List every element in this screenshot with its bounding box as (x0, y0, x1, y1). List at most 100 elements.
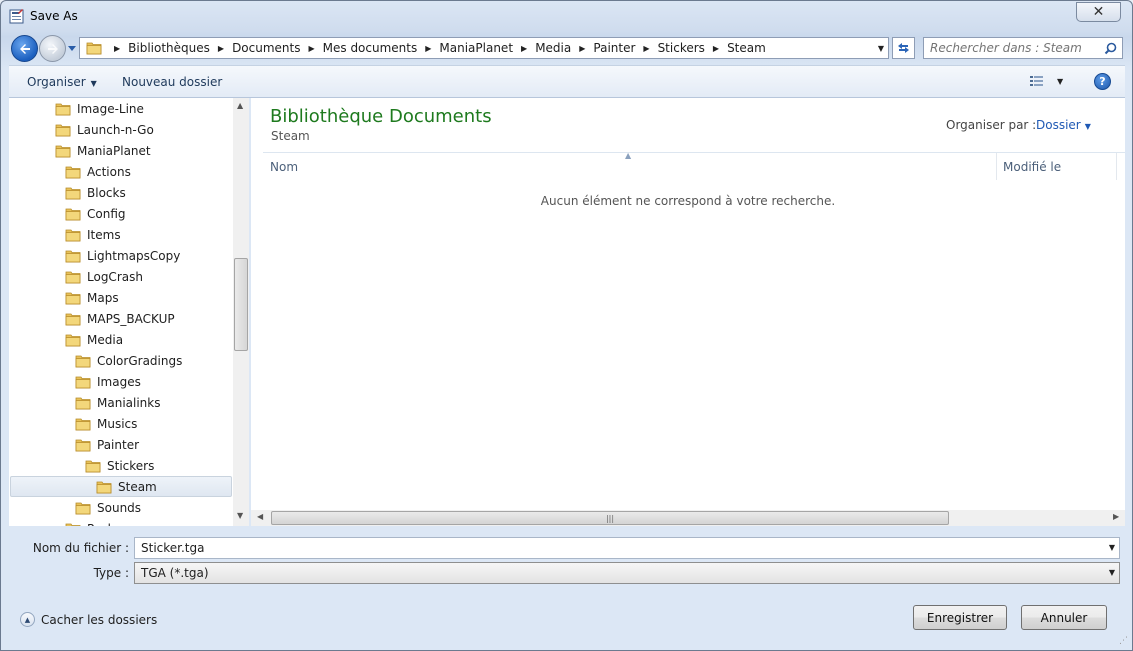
close-icon: ✕ (1092, 4, 1105, 20)
breadcrumb-item-maniaplanet[interactable]: ManiaPlanet (439, 41, 513, 55)
arrange-by-dropdown[interactable]: Dossier ▼ (1036, 118, 1091, 132)
scroll-right-icon[interactable]: ▶ (1113, 512, 1119, 521)
navigation-pane-scrollbar[interactable]: ▲ ▼ (233, 98, 249, 526)
type-label: Type : (93, 566, 129, 580)
scrollbar-thumb[interactable] (234, 258, 248, 351)
folder-icon (96, 481, 112, 493)
collapse-up-icon: ▲ (20, 612, 35, 627)
tree-item[interactable]: Painter (75, 434, 139, 455)
tree-item-label: Images (97, 374, 141, 389)
folder-icon (75, 355, 91, 367)
tree-item[interactable]: Musics (75, 413, 137, 434)
scroll-down-icon[interactable]: ▼ (237, 511, 243, 520)
breadcrumb-item-stickers[interactable]: Stickers (658, 41, 705, 55)
breadcrumb-item-painter[interactable]: Painter (593, 41, 635, 55)
new-folder-button[interactable]: Nouveau dossier (122, 75, 222, 89)
folder-icon (75, 376, 91, 388)
column-divider[interactable] (1116, 153, 1117, 180)
tree-item[interactable]: ColorGradings (75, 350, 182, 371)
tree-item[interactable]: LightmapsCopy (65, 245, 180, 266)
save-as-app-icon (9, 9, 24, 24)
address-dropdown-icon[interactable]: ▼ (878, 44, 884, 53)
tree-item[interactable]: Images (75, 371, 141, 392)
filename-history-dropdown-icon[interactable]: ▼ (1109, 543, 1115, 552)
chevron-right-icon[interactable]: ▶ (114, 44, 120, 53)
tree-item[interactable]: Items (65, 224, 121, 245)
refresh-button[interactable] (892, 37, 915, 59)
resize-grip-icon[interactable]: ⋰ (1119, 636, 1128, 646)
search-icon[interactable] (1104, 42, 1117, 55)
organize-button[interactable]: Organiser ▼ (27, 75, 97, 89)
help-button[interactable]: ? (1094, 73, 1111, 90)
column-header-name[interactable]: Nom (270, 160, 298, 174)
forward-button[interactable] (39, 35, 66, 62)
tree-item[interactable]: Config (65, 203, 126, 224)
chevron-right-icon[interactable]: ▶ (643, 44, 649, 53)
tree-item[interactable]: Steam (10, 476, 232, 497)
view-dropdown-icon[interactable]: ▼ (1057, 77, 1063, 86)
close-button[interactable]: ✕ (1076, 2, 1121, 22)
empty-folder-message: Aucun élément ne correspond à votre rech… (540, 194, 836, 208)
folder-icon (65, 334, 81, 346)
scroll-up-icon[interactable]: ▲ (237, 101, 243, 110)
chevron-right-icon[interactable]: ▶ (713, 44, 719, 53)
hide-folders-label: Cacher les dossiers (41, 612, 158, 627)
sort-ascending-icon: ▲ (625, 151, 632, 160)
tree-item-label: Image-Line (77, 101, 144, 116)
tree-item-label: Launch-n-Go (77, 122, 154, 137)
chevron-down-icon[interactable]: ▼ (1109, 568, 1115, 577)
folder-icon (75, 418, 91, 430)
column-header-modified[interactable]: Modifié le (1003, 160, 1061, 174)
tree-item[interactable]: Sounds (75, 497, 141, 518)
file-type-select[interactable]: TGA (*.tga) ▼ (134, 562, 1120, 584)
tree-item[interactable]: Manialinks (75, 392, 160, 413)
tree-item[interactable]: Image-Line (55, 98, 144, 119)
breadcrumb-item-media[interactable]: Media (535, 41, 571, 55)
breadcrumb-item-steam[interactable]: Steam (727, 41, 766, 55)
tree-item[interactable]: Launch-n-Go (55, 119, 154, 140)
chevron-right-icon[interactable]: ▶ (218, 44, 224, 53)
navigation-pane[interactable]: Image-Line Launch-n-Go ManiaPlanet Actions B… (9, 98, 249, 526)
chevron-right-icon[interactable]: ▶ (425, 44, 431, 53)
tree-item-label: Steam (118, 479, 157, 494)
tree-item[interactable]: MAPS_BACKUP (65, 308, 175, 329)
back-button[interactable] (11, 35, 38, 62)
chevron-right-icon[interactable]: ▶ (308, 44, 314, 53)
change-view-button[interactable]: ▼ (1029, 74, 1063, 88)
tree-item[interactable]: ManiaPlanet (55, 140, 151, 161)
chevron-right-icon[interactable]: ▶ (579, 44, 585, 53)
breadcrumb-item-documents[interactable]: Documents (232, 41, 300, 55)
file-list-pane[interactable]: Bibliothèque Documents Steam Organiser p… (251, 98, 1125, 510)
save-button[interactable]: Enregistrer (913, 605, 1007, 630)
tree-item-label: Sounds (97, 500, 142, 515)
chevron-right-icon[interactable]: ▶ (521, 44, 527, 53)
breadcrumb-item-bibliotheques[interactable]: Bibliothèques (128, 41, 210, 55)
chevron-down-icon: ▼ (90, 79, 97, 88)
tree-item-label: Musics (97, 416, 138, 431)
search-box[interactable] (923, 37, 1123, 59)
recent-locations-dropdown-icon[interactable] (67, 43, 77, 53)
tree-item[interactable]: Packs (65, 518, 121, 526)
column-divider[interactable] (996, 153, 997, 180)
tree-item[interactable]: Maps (65, 287, 119, 308)
folder-icon (55, 124, 71, 136)
filename-value[interactable]: Sticker.tga (141, 541, 204, 555)
scroll-left-icon[interactable]: ◀ (257, 512, 263, 521)
breadcrumb-item-mes-documents[interactable]: Mes documents (323, 41, 418, 55)
tree-item-label: Maps (87, 290, 119, 305)
folder-icon (75, 502, 91, 514)
tree-item[interactable]: Media (65, 329, 123, 350)
file-list-horizontal-scrollbar[interactable]: ◀ ||| ▶ (251, 510, 1125, 526)
filename-field[interactable]: Sticker.tga ▼ (134, 537, 1120, 559)
cancel-button[interactable]: Annuler (1021, 605, 1107, 630)
hide-folders-toggle[interactable]: ▲ Cacher les dossiers (20, 612, 157, 627)
search-input[interactable] (930, 41, 1100, 55)
tree-item[interactable]: Stickers (85, 455, 154, 476)
tree-item[interactable]: Actions (65, 161, 131, 182)
scrollbar-thumb[interactable]: ||| (271, 511, 949, 525)
tree-item[interactable]: LogCrash (65, 266, 143, 287)
grip-icon: ||| (605, 513, 615, 523)
tree-item[interactable]: Blocks (65, 182, 126, 203)
folder-icon (65, 523, 81, 526)
address-bar[interactable]: ▶ Bibliothèques ▶ Documents ▶ Mes docume… (79, 37, 889, 59)
